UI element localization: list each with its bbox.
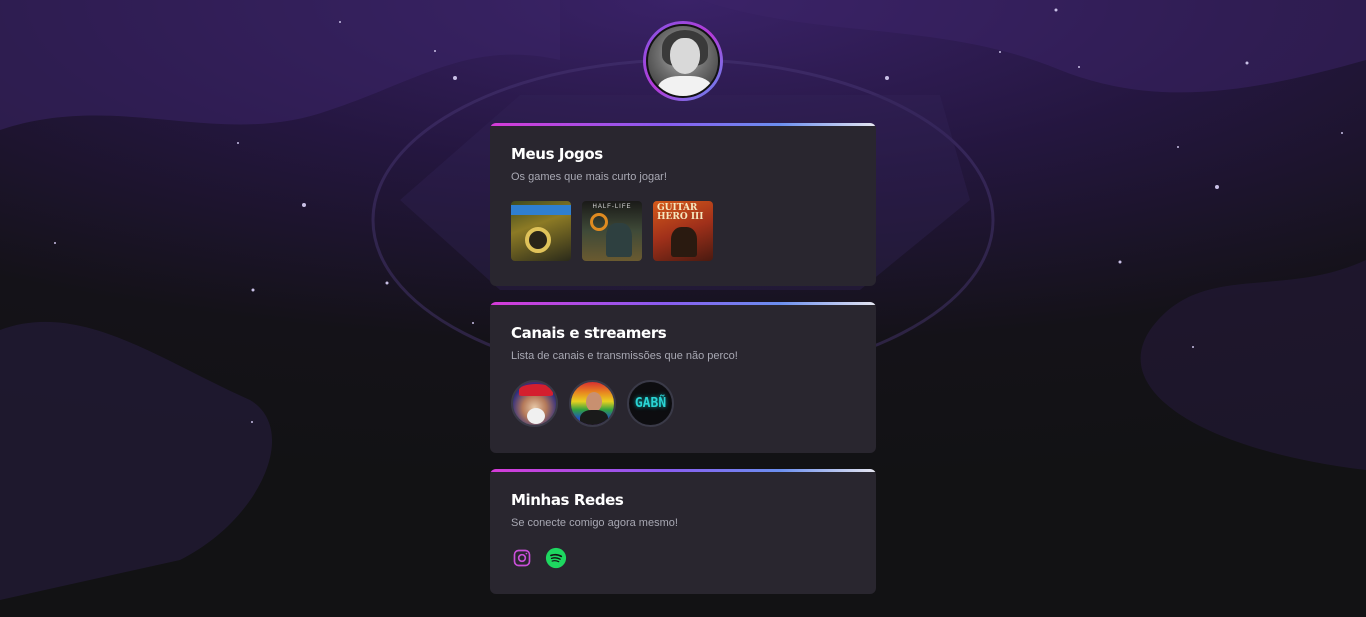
social-subtitle: Se conecte comigo agora mesmo! <box>511 517 678 529</box>
games-subtitle: Os games que mais curto jogar! <box>511 171 667 183</box>
game-cover-nfs-underground-2[interactable] <box>511 201 571 261</box>
games-title: Meus Jogos <box>511 145 603 163</box>
spotify-icon[interactable] <box>545 547 567 569</box>
games-list: HALF-LIFE GUITAR HERO III <box>511 201 855 261</box>
streamer-avatar-3[interactable]: GABÑ <box>627 380 674 427</box>
channels-title: Canais e streamers <box>511 324 667 342</box>
social-title: Minhas Redes <box>511 491 624 509</box>
instagram-icon[interactable] <box>511 547 533 569</box>
channels-card: Canais e streamers Lista de canais e tra… <box>490 302 876 453</box>
streamer-avatar-2[interactable] <box>569 380 616 427</box>
profile-avatar <box>643 21 723 101</box>
streamer-avatar-1[interactable] <box>511 380 558 427</box>
game-cover-guitar-hero-3[interactable]: GUITAR HERO III <box>653 201 713 261</box>
social-card: Minhas Redes Se conecte comigo agora mes… <box>490 469 876 594</box>
social-links <box>511 547 855 569</box>
games-card: Meus Jogos Os games que mais curto jogar… <box>490 123 876 286</box>
streamers-list: GABÑ <box>511 380 855 427</box>
avatar-photo <box>646 24 720 98</box>
streamer-logo-text: GABÑ <box>634 396 667 411</box>
channels-subtitle: Lista de canais e transmissões que não p… <box>511 350 738 362</box>
game-cover-half-life[interactable]: HALF-LIFE <box>582 201 642 261</box>
